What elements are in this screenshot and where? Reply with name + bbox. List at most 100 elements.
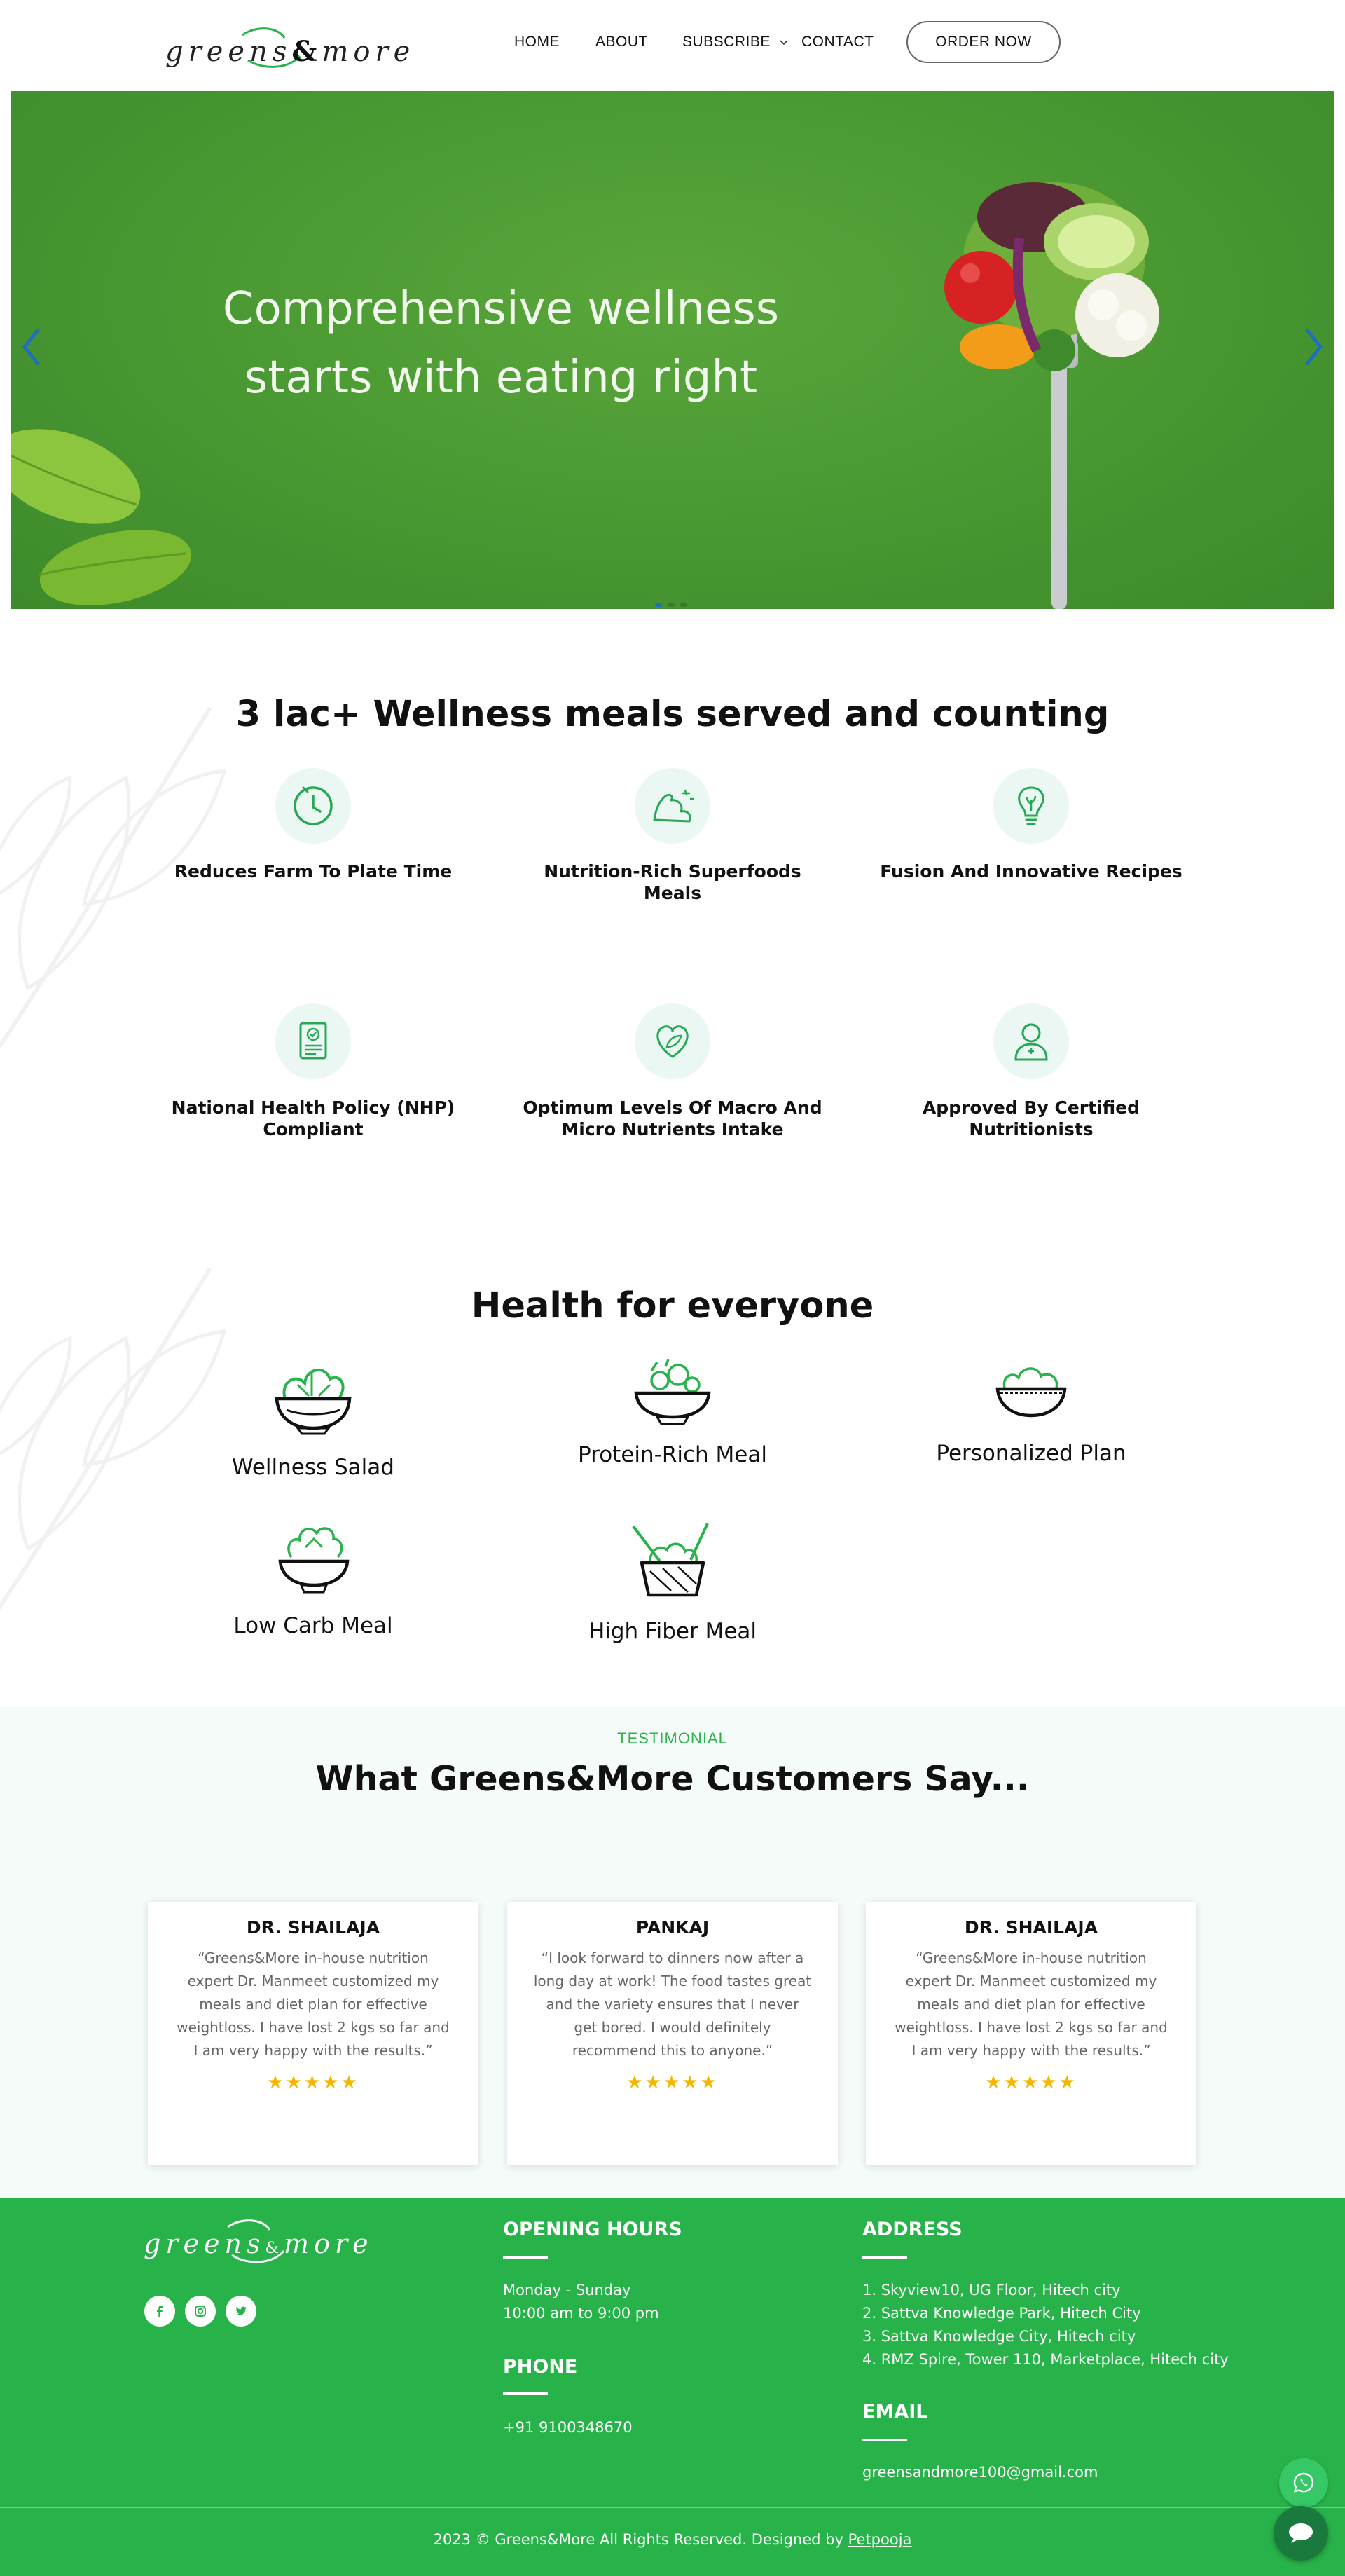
twitter-icon [235, 2306, 247, 2316]
footer-logo[interactable]: greens&more [144, 2214, 368, 2270]
meal-label: Wellness Salad [232, 1455, 394, 1480]
footer-divider [0, 2507, 1345, 2508]
hero-dot-active[interactable] [655, 603, 662, 607]
address-heading: ADDRESS [862, 2219, 963, 2240]
testimonial-name: PANKAJ [635, 1917, 710, 1938]
chevron-right-icon [1305, 328, 1323, 366]
hero-headline-line2: starts with eating right [244, 352, 758, 404]
opening-hours-heading: OPENING HOURS [503, 2219, 682, 2240]
logo-amp: & [291, 35, 322, 68]
testimonial-text: “Greens&More in-house nutrition expert D… [177, 1950, 450, 2059]
feature-icon-circle [635, 768, 710, 844]
feature-label: Reduces Farm To Plate Time [174, 861, 453, 882]
strength-icon [653, 789, 695, 823]
footer-logo-left: greens [144, 2228, 265, 2259]
hero-dot[interactable] [680, 603, 687, 607]
feature-icon-circle [275, 768, 351, 844]
logo-text-left: greens [165, 36, 292, 68]
nav-contact[interactable]: CONTACT [801, 34, 874, 50]
testimonial-text: “Greens&More in-house nutrition expert D… [895, 1950, 1168, 2059]
email-link[interactable]: greensandmore100@gmail.com [862, 2461, 1098, 2484]
heading-underline [862, 2439, 907, 2441]
designer-link[interactable]: Petpooja [848, 2531, 912, 2548]
footer-logo-right: more [284, 2228, 373, 2259]
rating-stars: ★★★★★ [626, 2071, 719, 2092]
plan-bowl-icon [995, 1367, 1067, 1418]
phone-heading: PHONE [503, 2356, 578, 2378]
meal-label: Protein-Rich Meal [578, 1442, 767, 1467]
twitter-link[interactable] [226, 2296, 256, 2327]
heading-underline [503, 2256, 548, 2259]
heading-underline [503, 2392, 548, 2395]
site-header: greens&more HOME ABOUT SUBSCRIBE CONTACT… [0, 0, 1345, 91]
feature-icon-circle [993, 1003, 1069, 1079]
nav-about[interactable]: ABOUT [595, 34, 648, 50]
chevron-down-icon [780, 40, 788, 46]
feature-icon-circle [993, 768, 1069, 844]
hero-prev-arrow[interactable] [18, 322, 46, 371]
nav-home[interactable]: HOME [514, 34, 560, 50]
hero-pagination [655, 603, 687, 607]
opening-times: 10:00 am to 9:00 pm [503, 2305, 659, 2322]
whatsapp-button[interactable] [1279, 2458, 1328, 2507]
chat-bubble-icon [1289, 2523, 1313, 2543]
testimonial-card: DR. SHAILAJA “Greens&More in-house nutri… [866, 1902, 1196, 2165]
testimonial-card: DR. SHAILAJA “Greens&More in-house nutri… [148, 1902, 478, 2165]
address-line: 4. RMZ Spire, Tower 110, Marketplace, Hi… [862, 2351, 1229, 2368]
meal-label: Personalized Plan [936, 1441, 1126, 1466]
hero-slider: Comprehensive wellness starts with eatin… [11, 91, 1334, 609]
lowcarb-bowl-icon [278, 1527, 350, 1594]
feature-label: Optimum Levels Of Macro And Micro Nutrie… [523, 1097, 822, 1139]
hero-headline-line1: Comprehensive wellness [222, 283, 780, 335]
feature-label: Fusion And Innovative Recipes [880, 861, 1182, 882]
feature-label: National Health Policy (NHP) Compliant [171, 1097, 455, 1139]
hero-next-arrow[interactable] [1299, 322, 1327, 371]
meals-title: Health for everyone [471, 1285, 874, 1327]
certificate-icon [299, 1022, 327, 1060]
fork-vegetables-image [944, 182, 1159, 609]
whatsapp-icon [1293, 2472, 1314, 2493]
testimonial-name: DR. SHAILAJA [246, 1917, 380, 1938]
heading-underline [862, 2256, 907, 2259]
opening-days: Monday - Sunday [503, 2282, 631, 2298]
copyright: 2023 © Greens&More All Rights Reserved. … [0, 2531, 1345, 2548]
order-now-button[interactable]: ORDER NOW [906, 21, 1061, 63]
feature-label: Nutrition-Rich Superfoods Meals [544, 861, 801, 903]
rating-stars: ★★★★★ [267, 2071, 359, 2092]
feature-icon-circle [635, 1003, 710, 1079]
testimonial-tag: TESTIMONIAL [617, 1729, 728, 1747]
testimonial-name: DR. SHAILAJA [964, 1917, 1098, 1938]
lightbulb-icon [1018, 786, 1044, 825]
meal-label: Low Carb Meal [233, 1613, 393, 1638]
instagram-icon [195, 2306, 206, 2317]
chevron-left-icon [22, 328, 40, 366]
hero-headline: Comprehensive wellness starts with eatin… [165, 275, 837, 412]
facebook-link[interactable] [144, 2296, 175, 2327]
nav-subscribe-label: SUBSCRIBE [682, 34, 771, 50]
footer-logo-amp: & [265, 2240, 284, 2257]
protein-bowl-icon [634, 1359, 711, 1425]
salad-bowl-icon [275, 1369, 352, 1435]
testimonials-title: What Greens&More Customers Say... [315, 1759, 1030, 1799]
stats-title: 3 lac+ Wellness meals served and countin… [235, 694, 1110, 735]
rating-stars: ★★★★★ [985, 2071, 1077, 2092]
email-heading: EMAIL [862, 2401, 928, 2423]
instagram-link[interactable] [185, 2296, 216, 2327]
hero-dot[interactable] [668, 603, 675, 607]
leaf-background-decoration [0, 706, 227, 1050]
phone-number[interactable]: +91 9100348670 [503, 2416, 633, 2439]
nav-subscribe[interactable]: SUBSCRIBE [682, 34, 789, 50]
mint-leaves-image [11, 429, 192, 605]
facebook-icon [157, 2306, 163, 2317]
address-line: 1. Skyview10, UG Floor, Hitech city [862, 2282, 1121, 2298]
chat-button[interactable] [1274, 2506, 1328, 2561]
heart-leaf-icon [656, 1025, 689, 1058]
logo-text-right: more [322, 36, 415, 68]
fiber-bowl-icon [632, 1523, 709, 1597]
feature-icon-circle [275, 1003, 351, 1079]
site-logo[interactable]: greens&more [165, 24, 410, 71]
testimonial-text: “I look forward to dinners now after a l… [533, 1950, 812, 2059]
testimonial-card: PANKAJ “I look forward to dinners now af… [507, 1902, 838, 2165]
address-line: 3. Sattva Knowledge City, Hitech city [862, 2328, 1136, 2345]
nutritionist-icon [1014, 1023, 1048, 1061]
